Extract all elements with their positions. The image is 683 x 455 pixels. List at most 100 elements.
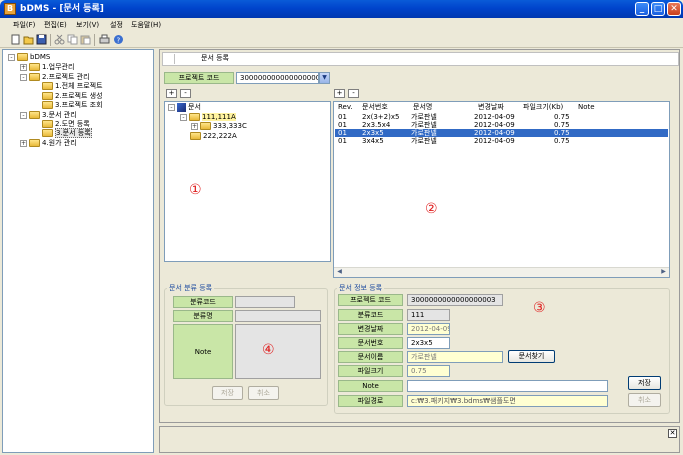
cell-doc-name: 가로판넬 [411, 113, 437, 121]
category-code-field[interactable] [235, 296, 295, 308]
table-row-selected[interactable]: 01 2x3x5 가로판넬 2012-04-09 0.75 [335, 129, 668, 137]
collapse-icon[interactable]: - [20, 73, 27, 81]
collapse-icon[interactable]: - [8, 53, 15, 61]
cell-size: 0.75 [554, 121, 570, 129]
col-header-note[interactable]: Note [578, 102, 595, 112]
col-header-rev[interactable]: Rev. [338, 102, 353, 112]
folder-icon [17, 53, 28, 61]
table-row[interactable]: 01 2x3.5x4 가로판넬 2012-04-09 0.75 [335, 121, 668, 129]
cell-date: 2012-04-09 [474, 113, 515, 121]
tree-item-label: 3.프로젝트 조회 [55, 101, 103, 109]
folder-item-222[interactable]: 222,222A [190, 131, 237, 141]
info-note-label: Note [338, 380, 403, 392]
folder-item-label: 111,111A [202, 113, 236, 121]
col-header-size[interactable]: 파일크기(Kb) [523, 102, 563, 112]
tree-item-label: 3.문서 등록 [55, 128, 92, 138]
close-icon[interactable]: ✕ [668, 429, 677, 438]
table-row[interactable]: 01 2x(3+2)x5 가로판넬 2012-04-09 0.75 [335, 113, 668, 121]
project-code-select[interactable]: 3000000000000000003 [236, 72, 319, 84]
cut-icon[interactable] [54, 34, 65, 45]
info-date-label: 변경날짜 [338, 323, 403, 335]
col-header-date[interactable]: 변경날짜 [478, 102, 504, 112]
annotation-2: ② [425, 201, 438, 217]
paste-icon[interactable] [80, 34, 91, 45]
cell-date: 2012-04-09 [474, 121, 515, 129]
copy-icon[interactable] [67, 34, 78, 45]
tree-item-all-projects[interactable]: 1.전체 프로젝트 [42, 81, 103, 91]
bottom-panel [159, 426, 680, 453]
add-folder-button[interactable]: + [166, 89, 177, 98]
menu-bar [0, 18, 683, 32]
folder-icon [42, 101, 53, 109]
category-name-label: 분류명 [173, 310, 233, 322]
menu-view[interactable]: 보기(V) [76, 19, 99, 31]
info-category-code-label: 분류코드 [338, 309, 403, 321]
tree-item-label: 1.전체 프로젝트 [55, 82, 103, 90]
toolbar-separator [94, 34, 95, 46]
tree-item-label: 4.원가 관리 [42, 139, 77, 147]
table-row[interactable]: 01 3x4x5 가로판넬 2012-04-09 0.75 [335, 137, 668, 145]
collapse-icon[interactable]: - [180, 113, 187, 121]
folder-item-label: 222,222A [203, 132, 237, 140]
category-name-field[interactable] [235, 310, 321, 322]
tree-item-search-project[interactable]: 3.프로젝트 조회 [42, 100, 103, 110]
tree-item-cost[interactable]: +4.원가 관리 [20, 138, 77, 148]
menu-file[interactable]: 파일(F) [13, 19, 35, 31]
svg-text:?: ? [117, 37, 121, 45]
info-project-code-field: 3000000000000000003 [407, 294, 503, 306]
folder-tree-root[interactable]: - 문서 [168, 102, 201, 112]
collapse-icon[interactable]: - [20, 111, 27, 119]
save-icon[interactable] [36, 34, 47, 45]
menu-help[interactable]: 도움말(H) [131, 19, 161, 31]
category-code-label: 분류코드 [173, 296, 233, 308]
col-header-doc-name[interactable]: 문서명 [413, 102, 432, 112]
tree-root[interactable]: - bDMS [8, 52, 50, 62]
new-icon[interactable] [10, 34, 21, 45]
folder-item-333[interactable]: +333,333C [191, 121, 247, 131]
info-doc-no-field[interactable]: 2x3x5 [407, 337, 450, 349]
tree-item-work[interactable]: +1.업무관리 [20, 62, 74, 72]
folder-icon [42, 120, 53, 128]
chevron-down-icon[interactable]: ▼ [319, 72, 330, 84]
remove-folder-button[interactable]: - [180, 89, 191, 98]
add-document-button[interactable]: + [334, 89, 345, 98]
open-icon[interactable] [23, 34, 34, 45]
cell-doc-no: 3x4x5 [362, 137, 384, 145]
info-save-button[interactable]: 저장 [628, 376, 661, 390]
tree-item-document-register[interactable]: 3.문서 등록 [42, 128, 92, 138]
tree-item-label: 2.프로젝트 관리 [42, 73, 90, 81]
tree-root-label: bDMS [30, 53, 51, 61]
cell-size: 0.75 [554, 137, 570, 145]
menu-edit[interactable]: 편집(E) [44, 19, 67, 31]
category-cancel-button[interactable]: 취소 [248, 386, 279, 400]
help-icon[interactable]: ? [113, 34, 124, 45]
category-save-button[interactable]: 저장 [212, 386, 243, 400]
scroll-left-icon[interactable]: ◀ [335, 268, 344, 276]
cell-size: 0.75 [554, 129, 570, 137]
minimize-button[interactable]: _ [635, 2, 649, 16]
category-note-field[interactable] [235, 324, 321, 379]
info-date-field[interactable]: 2012-04-09 [407, 323, 450, 335]
expand-icon[interactable]: + [191, 122, 198, 130]
info-note-field[interactable] [407, 380, 608, 392]
info-path-field[interactable]: c:₩3.패키지₩3.bdms₩샘플도면 [407, 395, 608, 407]
folder-icon [29, 139, 40, 147]
close-button[interactable]: ✕ [667, 2, 681, 16]
cell-doc-no: 2x3.5x4 [362, 121, 391, 129]
horizontal-scrollbar[interactable] [334, 267, 669, 277]
remove-document-button[interactable]: - [348, 89, 359, 98]
expand-icon[interactable]: + [20, 139, 27, 147]
maximize-button[interactable]: □ [651, 2, 665, 16]
collapse-icon[interactable]: - [168, 103, 175, 111]
expand-icon[interactable]: + [20, 63, 27, 71]
info-size-field[interactable]: 0.75 [407, 365, 450, 377]
info-cancel-button[interactable]: 취소 [628, 393, 661, 407]
find-document-button[interactable]: 문서찾기 [508, 350, 555, 363]
annotation-4: ④ [262, 342, 275, 358]
scroll-right-icon[interactable]: ▶ [659, 268, 668, 276]
print-icon[interactable] [99, 34, 110, 45]
info-doc-name-field[interactable]: 가로판넬 [407, 351, 503, 363]
cell-rev: 01 [338, 121, 347, 129]
col-header-doc-no[interactable]: 문서번호 [362, 102, 388, 112]
menu-settings[interactable]: 설정 [110, 19, 123, 31]
